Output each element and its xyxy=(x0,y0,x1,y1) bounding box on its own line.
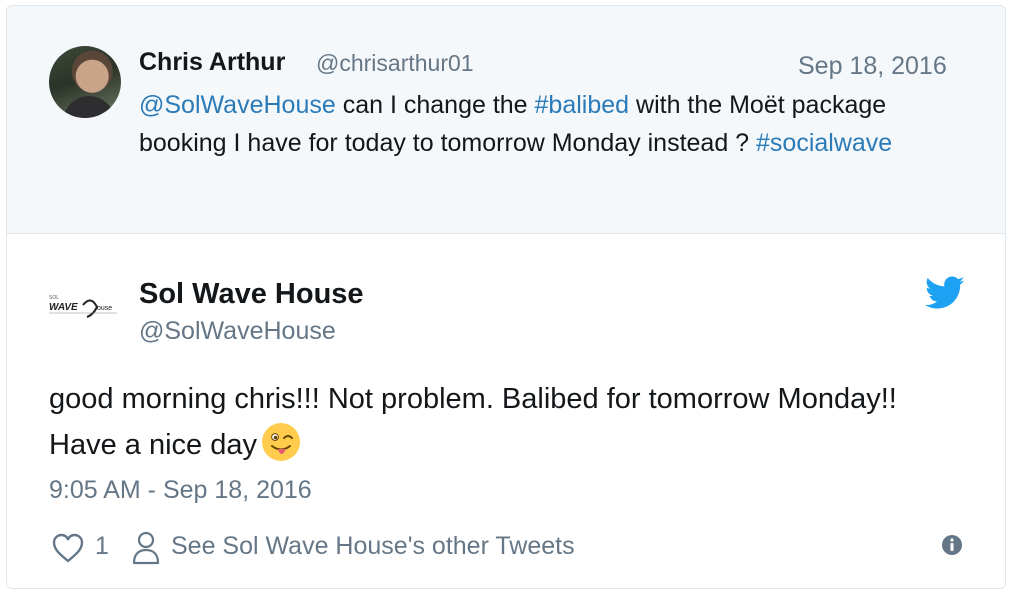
embedded-tweet-card: Chris Arthur @chrisarthur01 Sep 18, 2016… xyxy=(6,5,1006,589)
reply-tweet-text: good morning chris!!! Not problem. Balib… xyxy=(49,376,949,468)
reply-text-body: good morning chris!!! Not problem. Balib… xyxy=(49,383,897,461)
reply-timestamp[interactable]: 9:05 AM - Sep 18, 2016 xyxy=(49,476,312,505)
person-icon[interactable] xyxy=(131,530,161,566)
like-count[interactable]: 1 xyxy=(95,532,109,561)
hashtag-balibed-link[interactable]: #balibed xyxy=(535,91,630,119)
sol-wave-house-logo[interactable]: SOL WAVE ouse xyxy=(47,291,121,325)
parent-author-handle[interactable]: @chrisarthur01 xyxy=(316,50,474,77)
tweet-actions: 1 See Sol Wave House's other Tweets xyxy=(51,528,971,568)
reply-author-handle[interactable]: @SolWaveHouse xyxy=(139,317,336,346)
parent-tweet[interactable]: Chris Arthur @chrisarthur01 Sep 18, 2016… xyxy=(7,6,1005,234)
parent-tweet-date[interactable]: Sep 18, 2016 xyxy=(798,52,947,81)
svg-text:ouse: ouse xyxy=(97,305,112,312)
info-icon[interactable] xyxy=(941,534,963,556)
parent-tweet-text: @SolWaveHouse can I change the #balibed … xyxy=(139,86,959,162)
twitter-bird-icon[interactable] xyxy=(925,276,965,310)
chris-arthur-avatar[interactable] xyxy=(49,46,121,118)
mention-link[interactable]: @SolWaveHouse xyxy=(139,91,336,119)
see-other-tweets-link[interactable]: See Sol Wave House's other Tweets xyxy=(171,532,575,561)
heart-icon[interactable] xyxy=(51,532,85,564)
svg-text:WAVE: WAVE xyxy=(49,302,78,313)
svg-text:SOL: SOL xyxy=(49,295,59,301)
winking-face-with-tongue-icon xyxy=(261,423,300,461)
parent-author-name[interactable]: Chris Arthur xyxy=(139,48,285,77)
hashtag-socialwave-link[interactable]: #socialwave xyxy=(756,129,892,157)
reply-author-name[interactable]: Sol Wave House xyxy=(139,278,364,311)
parent-text-segment: can I change the xyxy=(335,91,535,119)
